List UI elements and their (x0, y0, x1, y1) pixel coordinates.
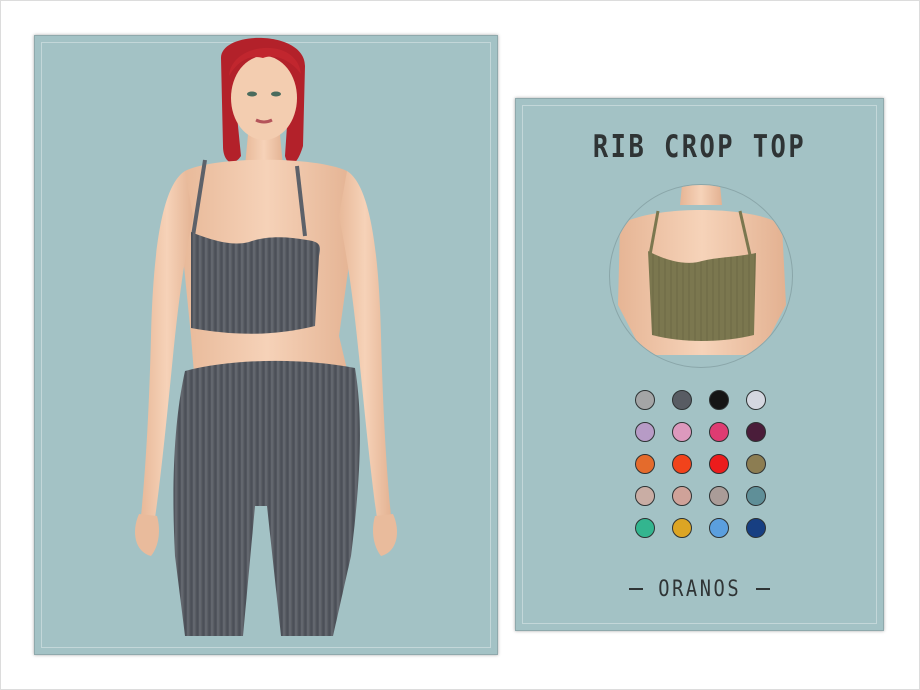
swatch-light-pink (672, 422, 692, 442)
swatch-mint-green (635, 518, 655, 538)
swatch-mustard (672, 518, 692, 538)
swatch-beige (635, 486, 655, 506)
swatch-red-orange (672, 454, 692, 474)
color-swatches (635, 390, 775, 538)
swatch-olive (746, 454, 766, 474)
left-dash (628, 588, 643, 590)
right-dash (756, 588, 771, 590)
swatch-black (709, 390, 729, 410)
swatch-orange (635, 454, 655, 474)
swatch-pale-lavender-gray (746, 390, 766, 410)
top-preview-circle (609, 184, 793, 368)
crop-top (191, 232, 320, 334)
swatch-taupe (709, 486, 729, 506)
swatch-plum (746, 422, 766, 442)
swatch-hot-pink (709, 422, 729, 442)
info-card: RIB CROP TOP ORANOS (515, 98, 884, 631)
bike-shorts (173, 360, 360, 636)
swatch-navy (746, 518, 766, 538)
swatch-dark-gray (672, 390, 692, 410)
author-row: ORANOS (516, 574, 883, 604)
swatch-dusty-rose (672, 486, 692, 506)
swatch-teal-gray (746, 486, 766, 506)
model-illustration (135, 37, 397, 636)
head (231, 56, 297, 140)
swatch-light-gray (635, 390, 655, 410)
right-hand (373, 514, 397, 556)
swatch-red (709, 454, 729, 474)
left-eye (247, 91, 257, 97)
right-eye (271, 91, 281, 97)
left-hand (135, 514, 159, 556)
swatch-sky-blue (709, 518, 729, 538)
model-panel (34, 35, 498, 655)
swatch-lavender (635, 422, 655, 442)
top-preview-illustration (618, 185, 786, 355)
item-title: RIB CROP TOP (592, 129, 807, 165)
author-name: ORANOS (658, 576, 741, 602)
